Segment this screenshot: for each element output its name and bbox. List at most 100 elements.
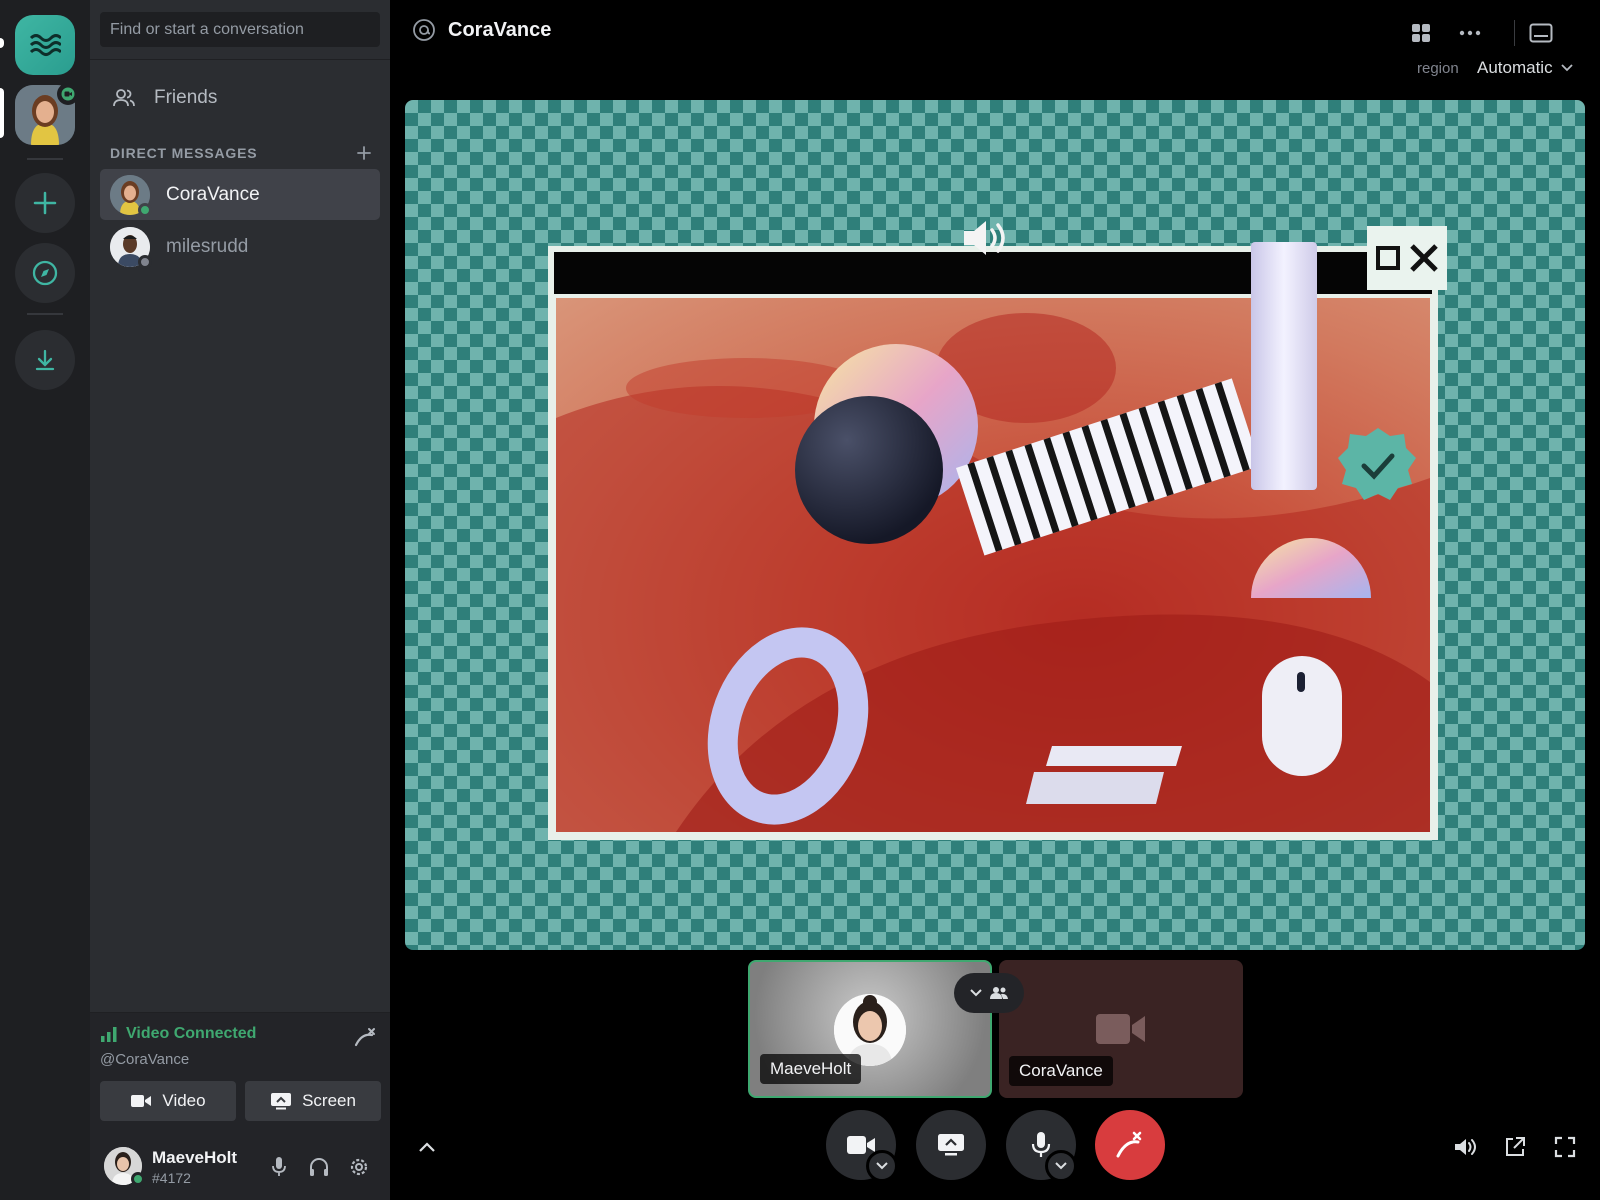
- home-button[interactable]: [15, 15, 75, 75]
- participant-name: CoraVance: [1009, 1056, 1113, 1086]
- layout-button[interactable]: [1406, 18, 1436, 48]
- screen-share-stage[interactable]: [405, 100, 1585, 950]
- decorative-pillar: [1251, 242, 1317, 490]
- maximize-icon: [1376, 246, 1400, 270]
- video-button[interactable]: Video: [100, 1081, 236, 1121]
- divider: [90, 59, 390, 60]
- screen-share-icon: [938, 1134, 964, 1156]
- mute-button[interactable]: [264, 1152, 294, 1182]
- gear-icon: [350, 1158, 368, 1176]
- user-avatar[interactable]: [104, 1147, 145, 1186]
- download-button[interactable]: [15, 330, 75, 390]
- chevron-down-icon: [1055, 1162, 1067, 1170]
- signal-icon: [101, 1027, 117, 1042]
- more-button[interactable]: [1455, 18, 1485, 48]
- volume-button[interactable]: [1450, 1132, 1480, 1162]
- disconnect-button[interactable]: [352, 1025, 378, 1056]
- selected-indicator: [0, 88, 4, 138]
- camera-off-icon: [1096, 1014, 1145, 1044]
- pop-out-button[interactable]: [1500, 1132, 1530, 1162]
- unread-indicator: [0, 38, 4, 48]
- screen-share-toggle-button[interactable]: [916, 1110, 986, 1180]
- microphone-icon: [272, 1157, 286, 1176]
- phone-hangup-icon: [1116, 1131, 1142, 1158]
- fullscreen-icon: [1554, 1136, 1576, 1158]
- app-window: Find or start a conversation Friends DIR…: [0, 0, 1600, 1200]
- voice-channel-label: @CoraVance: [100, 1051, 190, 1068]
- page-title: CoraVance: [448, 18, 552, 41]
- download-icon: [35, 349, 55, 371]
- dm-section-header: DIRECT MESSAGES: [110, 145, 372, 161]
- window-controls: [1367, 226, 1447, 290]
- search-input[interactable]: Find or start a conversation: [100, 12, 380, 47]
- users-icon: [990, 987, 1008, 999]
- chevron-down-icon: [1560, 64, 1573, 72]
- dm-sidebar: Find or start a conversation Friends DIR…: [90, 0, 390, 1200]
- user-tag: #4172: [152, 1170, 191, 1186]
- plus-icon[interactable]: [356, 145, 372, 161]
- add-server-button[interactable]: [15, 173, 75, 233]
- voice-connection-panel: Video Connected @CoraVance Video Screen: [90, 1012, 390, 1132]
- participant-tile-self[interactable]: MaeveHolt: [748, 960, 992, 1098]
- active-call-avatar[interactable]: [15, 83, 79, 145]
- plus-icon: [33, 191, 57, 215]
- dm-name: milesrudd: [166, 235, 249, 257]
- deafen-button[interactable]: [304, 1152, 334, 1182]
- rail-separator: [27, 313, 63, 315]
- camera-icon: [131, 1095, 152, 1107]
- dm-item-coravance[interactable]: CoraVance: [100, 169, 380, 220]
- online-status-dot: [131, 1172, 145, 1186]
- monitor-icon: [1529, 23, 1553, 43]
- header-divider: [1514, 20, 1515, 46]
- compass-icon: [32, 260, 58, 286]
- call-header: CoraVance: [412, 18, 551, 42]
- friends-icon: [113, 88, 135, 106]
- camera-options-button[interactable]: [866, 1150, 898, 1182]
- fullscreen-button[interactable]: [1550, 1132, 1580, 1162]
- voice-status[interactable]: Video Connected: [100, 1025, 256, 1043]
- region-value: Automatic: [1477, 58, 1553, 77]
- user-panel: MaeveHolt #4172: [90, 1132, 390, 1200]
- at-sign-icon: [413, 19, 435, 41]
- chevron-down-icon: [876, 1162, 888, 1170]
- camera-icon: [61, 87, 75, 101]
- more-horizontal-icon: [1459, 30, 1481, 36]
- region-select[interactable]: Automatic: [1477, 58, 1573, 78]
- expand-controls-button[interactable]: [412, 1132, 442, 1162]
- voice-status-label: Video Connected: [126, 1025, 257, 1042]
- end-call-button[interactable]: [1095, 1110, 1165, 1180]
- online-status-dot: [138, 202, 152, 217]
- waves-icon: [29, 34, 61, 56]
- friends-nav-item[interactable]: Friends: [100, 75, 380, 120]
- dm-name: CoraVance: [166, 183, 260, 205]
- screen-share-icon: [271, 1093, 292, 1110]
- close-icon: [1410, 244, 1438, 272]
- settings-button[interactable]: [344, 1152, 374, 1182]
- friends-label: Friends: [154, 86, 218, 108]
- video-badge: [57, 83, 79, 105]
- region-label: region: [1417, 60, 1459, 77]
- avatar: [110, 226, 152, 269]
- phone-hangup-icon: [354, 1028, 375, 1047]
- microphone-options-button[interactable]: [1045, 1150, 1077, 1182]
- offline-status-dot: [138, 254, 152, 269]
- chevron-down-icon: [970, 989, 982, 997]
- video-button-label: Video: [162, 1091, 206, 1110]
- rail-separator: [27, 158, 63, 160]
- screen-button-label: Screen: [302, 1091, 356, 1110]
- dm-header-label: DIRECT MESSAGES: [110, 145, 258, 161]
- server-rail: [0, 0, 90, 1200]
- inbox-button[interactable]: [1526, 18, 1556, 48]
- participant-tile-coravance[interactable]: CoraVance: [999, 960, 1243, 1098]
- explore-button[interactable]: [15, 243, 75, 303]
- chevron-up-icon: [419, 1142, 435, 1152]
- username: MaeveHolt: [152, 1148, 238, 1167]
- screen-share-button[interactable]: Screen: [245, 1081, 381, 1121]
- external-link-icon: [1506, 1137, 1525, 1156]
- dm-item-milesrudd[interactable]: milesrudd: [100, 221, 380, 272]
- participants-toggle[interactable]: [954, 973, 1024, 1013]
- headphones-icon: [310, 1158, 328, 1176]
- participant-name: MaeveHolt: [760, 1054, 862, 1084]
- volume-icon: [1455, 1139, 1476, 1155]
- call-view: CoraVance region Automatic MaeveHolt Cor…: [390, 0, 1600, 1200]
